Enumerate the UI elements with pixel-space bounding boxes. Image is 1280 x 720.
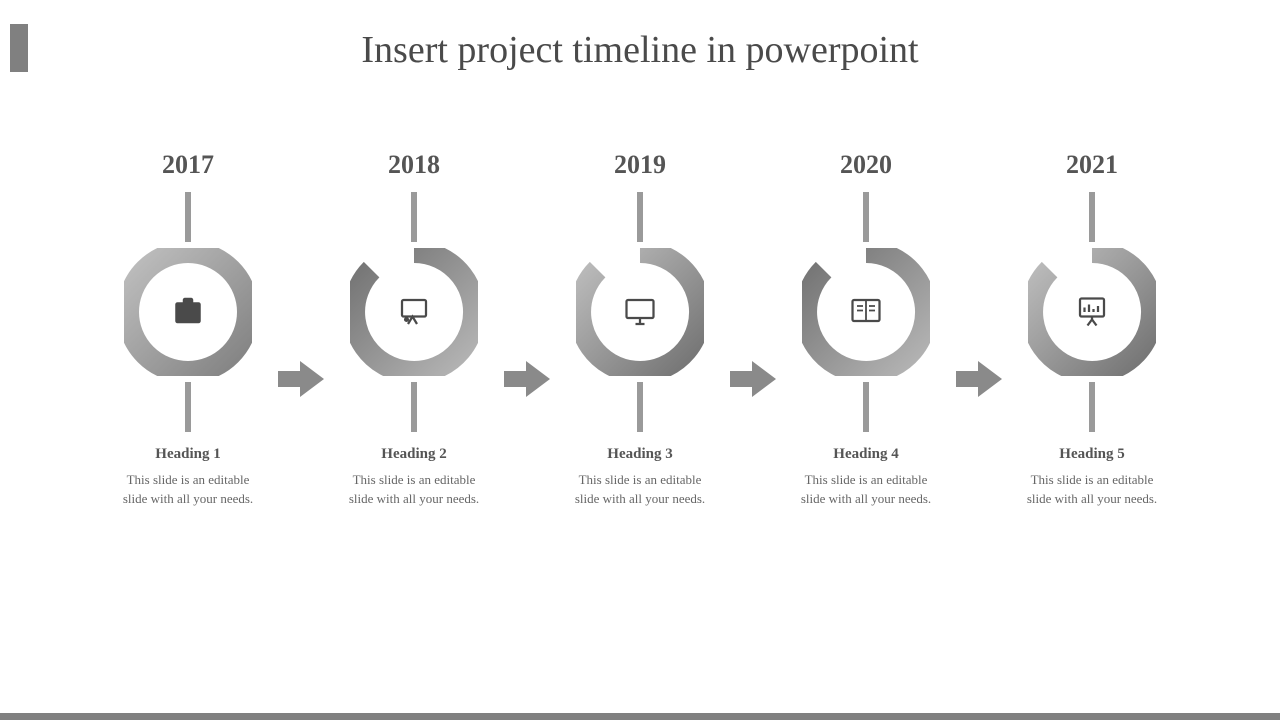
circle-node <box>576 248 704 376</box>
book-icon <box>848 294 884 330</box>
year-label: 2018 <box>388 150 440 180</box>
monitor-icon <box>622 294 658 330</box>
footer-bar <box>0 713 1280 720</box>
arrow-connector <box>956 315 1002 443</box>
circle-node <box>350 248 478 376</box>
timeline-step-3: 2019 <box>550 150 730 509</box>
year-label: 2017 <box>162 150 214 180</box>
timeline-step-5: 2021 <box>1002 150 1182 509</box>
step-description: This slide is an editable slide with all… <box>1022 471 1162 509</box>
connector-bottom <box>185 382 191 432</box>
presentation-icon <box>396 294 432 330</box>
step-heading: Heading 3 <box>607 446 672 463</box>
step-heading: Heading 4 <box>833 446 898 463</box>
page-title: Insert project timeline in powerpoint <box>0 28 1280 72</box>
circle-node <box>1028 248 1156 376</box>
step-heading: Heading 2 <box>381 446 446 463</box>
step-heading: Heading 5 <box>1059 446 1124 463</box>
arrow-connector <box>278 315 324 443</box>
step-description: This slide is an editable slide with all… <box>796 471 936 509</box>
year-label: 2019 <box>614 150 666 180</box>
timeline-step-4: 2020 <box>776 150 956 509</box>
connector-top <box>1089 192 1095 242</box>
connector-top <box>863 192 869 242</box>
year-label: 2020 <box>840 150 892 180</box>
timeline-step-2: 2018 <box>324 150 504 509</box>
circle-node <box>124 248 252 376</box>
step-heading: Heading 1 <box>155 446 220 463</box>
circle-node <box>802 248 930 376</box>
timeline-step-1: 2017 H <box>98 150 278 509</box>
connector-bottom <box>637 382 643 432</box>
connector-top <box>411 192 417 242</box>
briefcase-icon <box>170 294 206 330</box>
connector-bottom <box>411 382 417 432</box>
connector-top <box>637 192 643 242</box>
connector-top <box>185 192 191 242</box>
step-description: This slide is an editable slide with all… <box>344 471 484 509</box>
year-label: 2021 <box>1066 150 1118 180</box>
step-description: This slide is an editable slide with all… <box>118 471 258 509</box>
chart-board-icon <box>1074 294 1110 330</box>
timeline-container: 2017 H <box>0 150 1280 610</box>
arrow-connector <box>504 315 550 443</box>
step-description: This slide is an editable slide with all… <box>570 471 710 509</box>
timeline: 2017 H <box>98 150 1182 509</box>
arrow-connector <box>730 315 776 443</box>
connector-bottom <box>1089 382 1095 432</box>
connector-bottom <box>863 382 869 432</box>
